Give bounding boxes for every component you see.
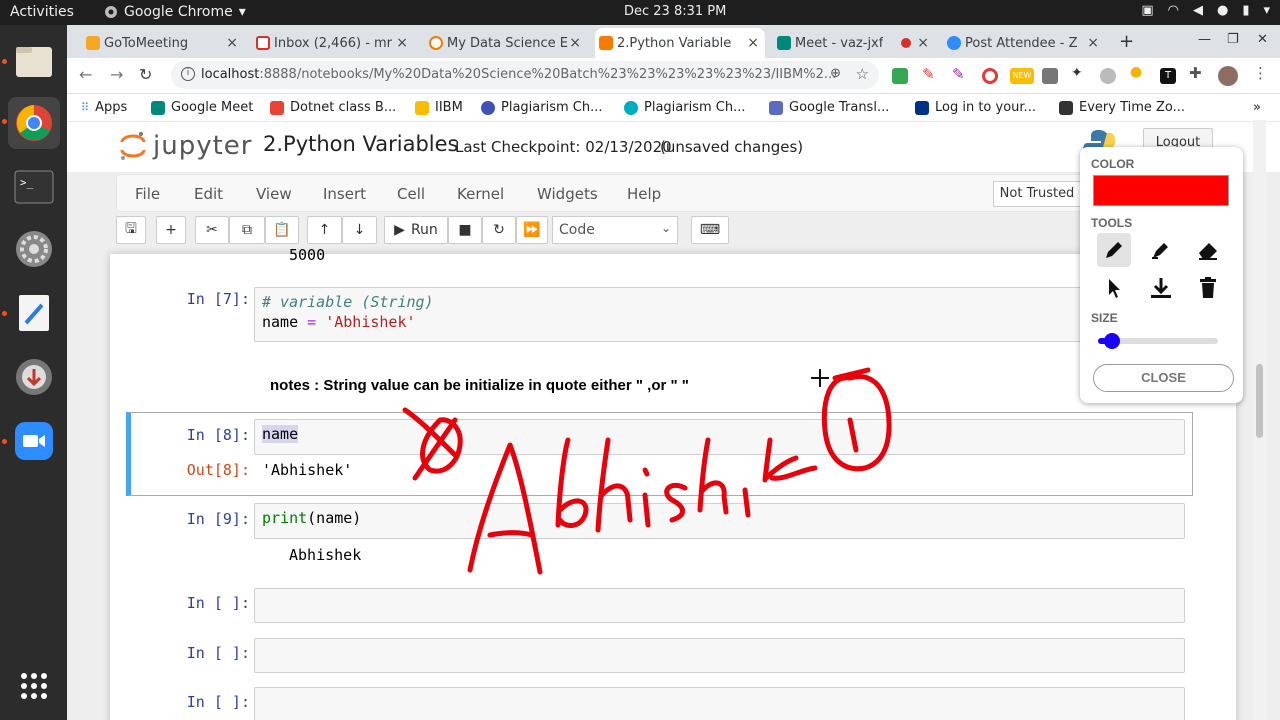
annotation-stroke bbox=[763, 455, 818, 481]
highlighter-tool-icon[interactable] bbox=[1144, 233, 1178, 267]
eraser-tool-icon[interactable] bbox=[1191, 233, 1225, 267]
scrollbar-thumb[interactable] bbox=[1256, 364, 1263, 438]
annotation-stroke bbox=[642, 467, 650, 477]
annotation-stroke bbox=[664, 482, 688, 523]
size-slider[interactable] bbox=[1098, 333, 1218, 349]
close-button[interactable]: CLOSE bbox=[1093, 364, 1234, 392]
annotation-stroke bbox=[642, 492, 651, 528]
annotation-stroke bbox=[467, 442, 543, 575]
color-label: COLOR bbox=[1091, 157, 1135, 171]
page-scrollbar[interactable] bbox=[1253, 120, 1266, 720]
annotation-stroke bbox=[847, 417, 859, 453]
annotation-stroke bbox=[599, 483, 633, 523]
pointer-tool-icon[interactable] bbox=[1097, 271, 1131, 305]
annotation-stroke bbox=[487, 530, 535, 538]
drawing-tool-panel: COLOR TOOLS SIZE CLOSE bbox=[1080, 147, 1243, 403]
tools-label: TOOLS bbox=[1091, 216, 1133, 230]
annotation-stroke bbox=[742, 487, 751, 518]
crosshair-cursor-icon bbox=[811, 369, 829, 387]
size-slider-thumb[interactable] bbox=[1104, 333, 1121, 349]
color-swatch[interactable] bbox=[1093, 175, 1229, 206]
pen-tool-icon[interactable] bbox=[1097, 233, 1131, 267]
annotation-stroke bbox=[700, 480, 729, 515]
download-icon[interactable] bbox=[1144, 271, 1178, 305]
size-label: SIZE bbox=[1091, 311, 1118, 325]
annotation-stroke bbox=[697, 437, 711, 513]
annotation-stroke bbox=[595, 437, 611, 533]
annotation-stroke bbox=[557, 498, 589, 528]
annotation-stroke bbox=[821, 374, 892, 472]
trash-icon[interactable] bbox=[1191, 271, 1225, 305]
